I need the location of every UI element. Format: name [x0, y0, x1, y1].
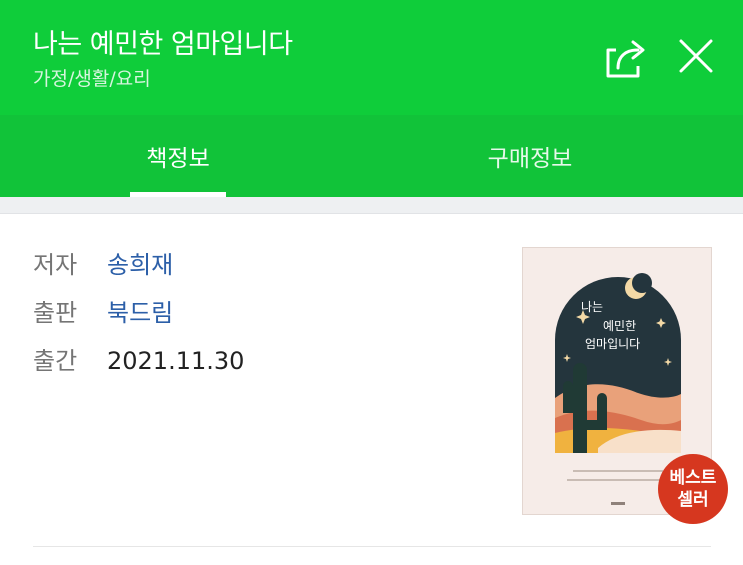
app-header: 나는 예민한 엄마입니다 가정/생활/요리	[0, 0, 743, 115]
tab-purchase-info[interactable]: 구매정보	[460, 115, 600, 197]
share-icon	[606, 40, 645, 78]
book-title: 나는 예민한 엄마입니다	[33, 29, 293, 60]
close-icon	[679, 39, 713, 73]
section-divider	[0, 197, 743, 214]
tab-bar: 책정보 구매정보	[0, 115, 743, 197]
publish-date-row: 출간 2021.11.30	[33, 341, 244, 376]
badge-line-1: 베스트	[669, 468, 717, 488]
badge-line-2: 셀러	[677, 490, 709, 510]
book-category: 가정/생활/요리	[33, 68, 151, 90]
publisher-link[interactable]: 북드림	[107, 299, 173, 327]
cover-title-line-3: 엄마입니다	[585, 337, 640, 351]
publish-date-label: 출간	[33, 347, 78, 375]
cover-title-line-2: 예민한	[603, 319, 636, 333]
publisher-label: 출판	[33, 299, 78, 327]
cover-title-line-1: 나는	[581, 300, 603, 314]
publisher-row: 출판 북드림	[33, 293, 173, 328]
share-button[interactable]	[600, 36, 650, 80]
publish-date-value: 2021.11.30	[107, 347, 245, 375]
author-link[interactable]: 송희재	[107, 251, 173, 279]
bestseller-badge: 베스트 셀러	[658, 454, 728, 524]
tab-book-info[interactable]: 책정보	[130, 115, 226, 197]
author-row: 저자 송희재	[33, 245, 173, 280]
bottom-divider	[33, 546, 711, 547]
close-button[interactable]	[676, 36, 716, 76]
author-label: 저자	[33, 251, 78, 279]
